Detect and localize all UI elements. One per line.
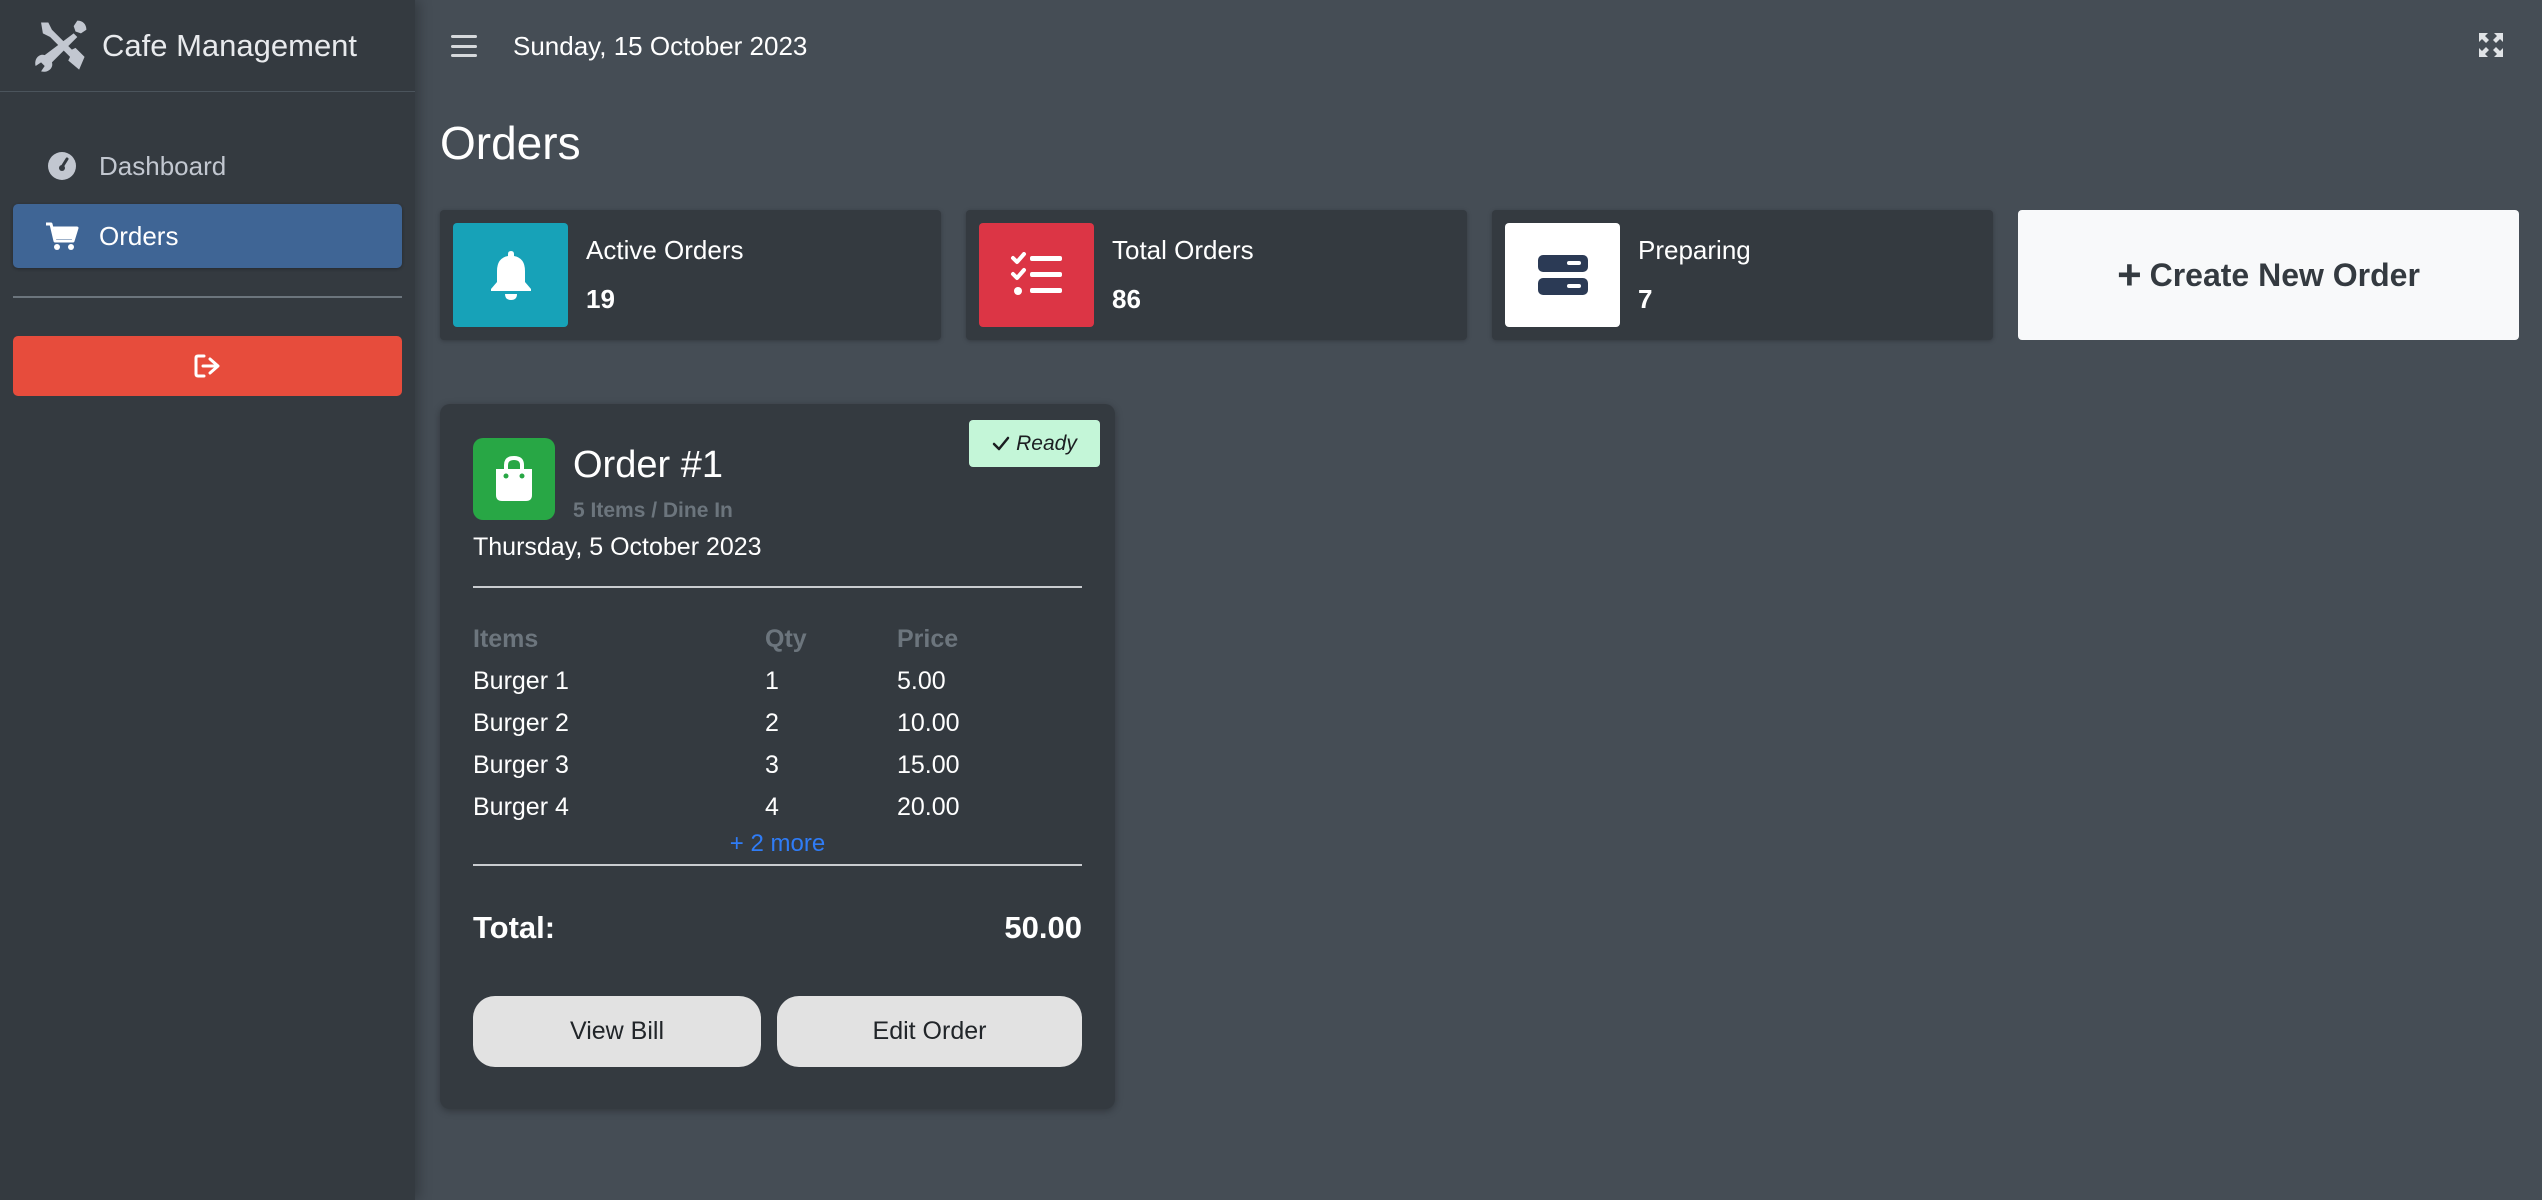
tools-icon bbox=[35, 20, 87, 72]
sidebar-item-label: Dashboard bbox=[99, 150, 227, 181]
status-badge: Ready bbox=[969, 420, 1100, 467]
column-header-items: Items bbox=[473, 624, 539, 653]
sidebar-item-dashboard[interactable]: Dashboard bbox=[13, 134, 402, 198]
item-qty: 1 bbox=[765, 666, 779, 695]
divider bbox=[473, 864, 1082, 866]
order-title: Order #1 bbox=[573, 444, 723, 486]
bell-icon bbox=[490, 251, 531, 300]
item-name: Burger 3 bbox=[473, 750, 569, 779]
gauge-icon bbox=[45, 149, 79, 183]
stat-icon-box bbox=[979, 223, 1094, 327]
edit-order-button[interactable]: Edit Order bbox=[777, 996, 1082, 1067]
sidebar-nav: Dashboard Orders bbox=[0, 92, 415, 268]
page-title: Orders bbox=[440, 117, 581, 169]
stat-label: Total Orders bbox=[1112, 235, 1254, 265]
shopping-bag-icon bbox=[473, 438, 555, 520]
table-header: Items Qty Price bbox=[473, 618, 1082, 660]
plus-icon: + bbox=[2117, 251, 2142, 298]
server-icon bbox=[1537, 255, 1588, 295]
stat-card-total-orders[interactable]: Total Orders 86 bbox=[966, 210, 1467, 340]
stat-value: 86 bbox=[1112, 284, 1141, 314]
stat-value: 19 bbox=[586, 284, 615, 314]
stat-label: Preparing bbox=[1638, 235, 1751, 265]
order-card: Ready Order #1 5 Items / Dine In Thursda… bbox=[440, 404, 1115, 1109]
app-root: Cafe Management Dashboard Orders Sunday,… bbox=[0, 0, 2542, 1200]
table-row: Burger 4 4 20.00 bbox=[473, 786, 1082, 828]
order-subtitle: 5 Items / Dine In bbox=[573, 499, 733, 522]
stat-card-active-orders[interactable]: Active Orders 19 bbox=[440, 210, 941, 340]
total-value: 50.00 bbox=[1004, 910, 1082, 945]
brand[interactable]: Cafe Management bbox=[0, 0, 415, 92]
order-items-table: Items Qty Price Burger 1 1 5.00 Burger 2… bbox=[473, 618, 1082, 828]
column-header-price: Price bbox=[897, 624, 959, 653]
total-label: Total: bbox=[473, 910, 556, 945]
stat-icon-box bbox=[453, 223, 568, 327]
sign-out-icon bbox=[194, 354, 219, 378]
stat-label: Active Orders bbox=[586, 235, 744, 265]
order-total: Total: 50.00 bbox=[473, 910, 1082, 946]
create-new-order-button[interactable]: + Create New Order bbox=[2018, 210, 2519, 340]
item-name: Burger 1 bbox=[473, 666, 569, 695]
sidebar-item-label: Orders bbox=[99, 220, 179, 251]
more-items-link[interactable]: + 2 more bbox=[473, 830, 1082, 862]
sidebar: Cafe Management Dashboard Orders bbox=[0, 0, 415, 1200]
current-date: Sunday, 15 October 2023 bbox=[513, 30, 808, 61]
column-header-qty: Qty bbox=[765, 624, 807, 653]
sidebar-divider bbox=[13, 296, 402, 298]
cart-icon bbox=[45, 219, 79, 253]
stat-icon-box bbox=[1505, 223, 1620, 327]
item-price: 5.00 bbox=[897, 666, 946, 695]
stats-row: Active Orders 19 Total Orders 86 Prepari… bbox=[415, 210, 2542, 340]
main-content: Sunday, 15 October 2023 Orders Active Or… bbox=[415, 0, 2542, 1200]
fullscreen-icon[interactable] bbox=[2478, 32, 2504, 58]
order-date: Thursday, 5 October 2023 bbox=[473, 533, 762, 561]
app-title: Cafe Management bbox=[102, 27, 358, 63]
item-price: 15.00 bbox=[897, 750, 960, 779]
create-new-order-label: Create New Order bbox=[2149, 256, 2420, 293]
item-price: 10.00 bbox=[897, 708, 960, 737]
stat-card-preparing[interactable]: Preparing 7 bbox=[1492, 210, 1993, 340]
item-qty: 4 bbox=[765, 792, 779, 821]
item-qty: 2 bbox=[765, 708, 779, 737]
view-bill-button[interactable]: View Bill bbox=[473, 996, 761, 1067]
sidebar-item-orders[interactable]: Orders bbox=[13, 204, 402, 268]
stat-value: 7 bbox=[1638, 284, 1653, 314]
item-name: Burger 4 bbox=[473, 792, 569, 821]
status-badge-label: Ready bbox=[1016, 431, 1077, 455]
hamburger-menu-icon[interactable] bbox=[451, 35, 477, 57]
item-qty: 3 bbox=[765, 750, 779, 779]
table-row: Burger 3 3 15.00 bbox=[473, 744, 1082, 786]
order-actions: View Bill Edit Order bbox=[473, 996, 1082, 1067]
check-icon bbox=[992, 436, 1010, 450]
item-name: Burger 2 bbox=[473, 708, 569, 737]
table-row: Burger 2 2 10.00 bbox=[473, 702, 1082, 744]
item-price: 20.00 bbox=[897, 792, 960, 821]
divider bbox=[473, 586, 1082, 588]
tasks-icon bbox=[1010, 252, 1062, 295]
logout-button[interactable] bbox=[13, 336, 402, 396]
topbar: Sunday, 15 October 2023 bbox=[415, 0, 2542, 92]
table-row: Burger 1 1 5.00 bbox=[473, 660, 1082, 702]
